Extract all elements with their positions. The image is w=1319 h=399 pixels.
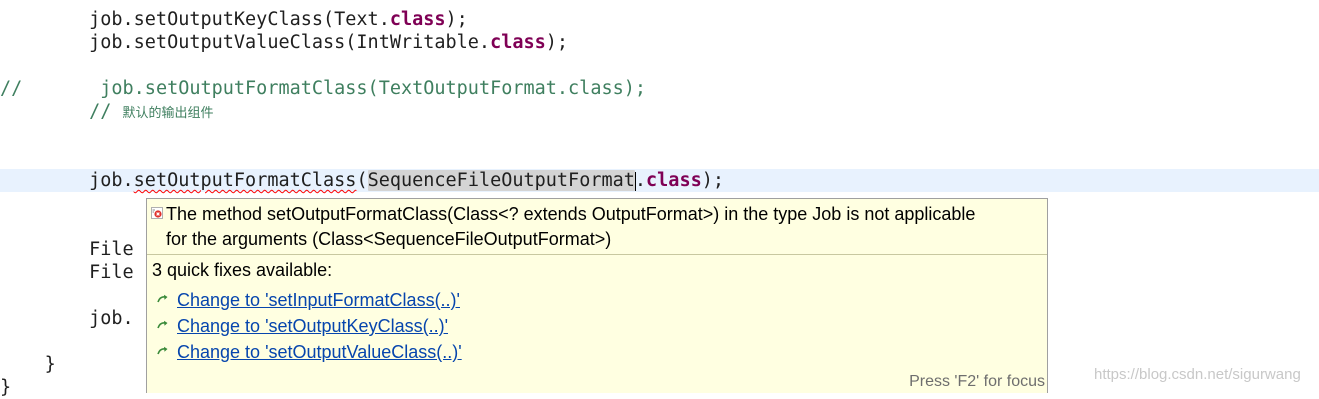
code-text: . <box>634 170 647 191</box>
code-text: ); <box>545 32 569 53</box>
quick-fix-popup[interactable]: The method setOutputFormatClass(Class<? … <box>146 198 1048 393</box>
code-text: ( <box>356 170 368 191</box>
rename-arrow-icon <box>157 321 168 329</box>
code-text: ); <box>701 170 725 191</box>
keyword: class <box>646 170 702 191</box>
rename-arrow-icon <box>157 295 168 303</box>
comment-marker: // <box>0 78 23 99</box>
quick-fix-link[interactable]: Change to 'setOutputValueClass(..)' <box>177 342 462 362</box>
focus-hint: Press 'F2' for focus <box>909 373 1045 390</box>
code-text: File <box>89 262 134 283</box>
quick-fix-item[interactable]: Change to 'setOutputValueClass(..)' <box>157 340 462 364</box>
highlighted-token[interactable]: SequenceFileOutputFormat <box>367 170 635 191</box>
quick-fix-link[interactable]: Change to 'setOutputKeyClass(..)' <box>177 316 448 336</box>
code-text: job.setOutputValueClass(IntWritable. <box>89 32 491 53</box>
keyword: class <box>389 9 446 30</box>
code-line-5-current[interactable]: job.setOutputFormatClass(SequenceFileOut… <box>0 169 1319 192</box>
code-line-4[interactable]: // 默认的输出组件 <box>0 100 1319 123</box>
code-text: job. <box>89 308 134 329</box>
quick-fix-item[interactable]: Change to 'setOutputKeyClass(..)' <box>157 314 448 338</box>
error-icon <box>151 207 163 219</box>
error-method-call[interactable]: setOutputFormatClass <box>134 170 357 191</box>
comment-text: 默认的输出组件 <box>122 106 214 121</box>
closing-brace: } <box>44 354 56 375</box>
error-message: The method setOutputFormatClass(Class<? … <box>147 199 1047 255</box>
code-text: job.setOutputKeyClass(Text. <box>89 9 390 30</box>
keyword: class <box>490 32 546 53</box>
closing-brace: } <box>0 377 12 398</box>
rename-arrow-icon <box>157 347 168 355</box>
comment-marker: // <box>89 101 112 122</box>
code-line-2[interactable]: job.setOutputValueClass(IntWritable.clas… <box>0 31 1319 54</box>
code-text: ); <box>445 9 468 30</box>
code-line-3[interactable]: // job.setOutputFormatClass(TextOutputFo… <box>0 77 1319 100</box>
quick-fix-item[interactable]: Change to 'setInputFormatClass(..)' <box>157 288 460 312</box>
code-text: File <box>89 239 134 260</box>
comment-text: job.setOutputFormatClass(TextOutputForma… <box>100 78 647 99</box>
quick-fix-link[interactable]: Change to 'setInputFormatClass(..)' <box>177 290 460 310</box>
code-line-1[interactable]: job.setOutputKeyClass(Text.class); <box>0 8 1319 31</box>
error-message-line-1: The method setOutputFormatClass(Class<? … <box>166 204 976 224</box>
quick-fix-count: 3 quick fixes available: <box>152 260 333 280</box>
code-text: job. <box>89 170 134 191</box>
watermark: https://blog.csdn.net/sigurwang <box>1094 366 1301 383</box>
error-message-line-2: for the arguments (Class<SequenceFileOut… <box>166 229 612 249</box>
